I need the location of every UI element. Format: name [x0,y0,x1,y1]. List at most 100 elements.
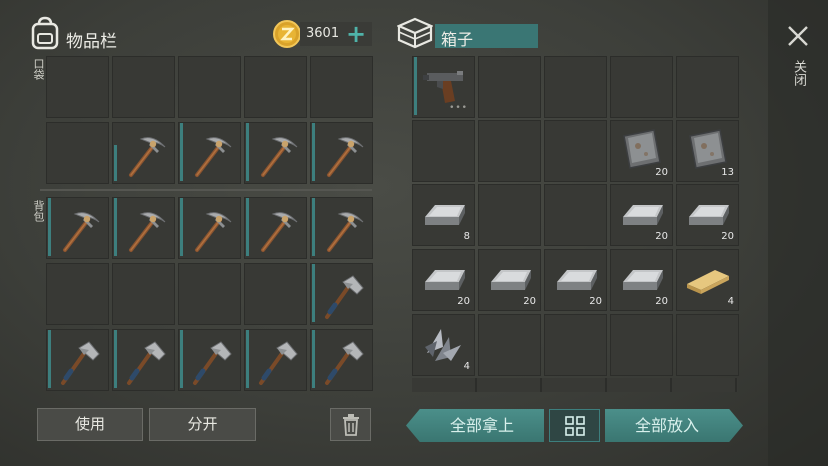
stack-count: 20 [655,167,668,178]
inventory-slot[interactable] [46,263,109,325]
durability-bar [48,330,51,388]
inventory-slot[interactable] [112,122,175,184]
coin-amount: 3601 [306,26,340,41]
box-slot[interactable] [478,314,541,376]
box-slot[interactable]: 20 [610,184,673,246]
box-slot[interactable] [544,184,607,246]
metal-ingot-icon [425,270,465,290]
box-slot[interactable] [478,120,541,182]
box-slot[interactable] [676,314,739,376]
box-slot[interactable] [610,56,673,118]
backpack-icon [30,16,60,50]
box-slot[interactable]: 4 [412,314,475,376]
hatchet-icon [259,341,298,385]
box-slot[interactable] [610,314,673,376]
pickaxe-icon [327,212,364,252]
close-icon [788,26,808,46]
stack-count: 13 [721,167,734,178]
pickaxe-icon [261,212,298,252]
box-slot[interactable]: 4 [676,249,739,311]
inventory-slot[interactable] [244,329,307,391]
inventory-slot[interactable] [244,197,307,259]
box-slot[interactable] [412,120,475,182]
durability-bar [180,123,183,181]
inventory-slot[interactable] [178,56,241,118]
inventory-slot[interactable] [46,197,109,259]
hatchet-icon [325,275,364,319]
box-icon [396,17,434,49]
box-slot[interactable]: 20 [610,120,673,182]
inventory-slot[interactable] [46,329,109,391]
use-button[interactable]: 使用 [37,408,143,441]
put-all-button[interactable]: 全部放入 [605,409,743,442]
box-slot[interactable] [676,56,739,118]
pickaxe-icon [63,212,100,252]
pistol-icon [423,71,463,103]
box-slot[interactable]: 20 [676,184,739,246]
durability-bar [180,198,183,256]
pocket-label: 口袋 [32,58,45,80]
inventory-slot[interactable] [112,263,175,325]
box-slot[interactable]: 8 [412,184,475,246]
durability-bar [312,264,315,322]
plus-icon: + [346,20,367,48]
box-title: 箱子 [441,30,474,49]
stack-count: 4 [727,296,734,307]
take-all-label: 全部拿上 [449,416,514,435]
section-divider [40,189,372,191]
box-slot[interactable] [544,120,607,182]
box-slot[interactable]: 20 [478,249,541,311]
inventory-slot[interactable] [46,56,109,118]
box-slot[interactable] [478,56,541,118]
ammo-dots: ••• [449,103,468,113]
add-coins-button[interactable]: + [346,20,366,48]
inventory-slot[interactable] [310,263,373,325]
inventory-slot[interactable] [178,197,241,259]
hatchet-icon [193,341,232,385]
inventory-slot[interactable] [178,329,241,391]
durability-bar [312,123,315,181]
backpack-label: 背包 [32,200,45,222]
inventory-slot[interactable] [112,329,175,391]
box-slot[interactable] [478,184,541,246]
sort-button[interactable] [549,409,600,442]
box-slot[interactable]: 13 [676,120,739,182]
box-slot[interactable]: ••• [412,56,475,118]
durability-bar [246,198,249,256]
trash-button[interactable] [330,408,371,441]
box-slot[interactable] [544,56,607,118]
inventory-slot[interactable] [310,197,373,259]
pickaxe-icon [129,137,166,177]
inventory-slot[interactable] [178,122,241,184]
durability-bar [246,330,249,388]
close-button[interactable]: 关闭 [784,22,812,112]
take-all-button[interactable]: 全部拿上 [406,409,544,442]
metal-ingot-icon [491,270,531,290]
box-slot[interactable]: 20 [544,249,607,311]
inventory-slot[interactable] [244,263,307,325]
iron-plate-icon [689,129,727,169]
inventory-slot[interactable] [46,122,109,184]
iron-plate-icon [623,129,661,169]
box-slot[interactable] [544,314,607,376]
inventory-slot[interactable] [310,122,373,184]
inventory-slot[interactable] [244,122,307,184]
inventory-slot[interactable] [112,197,175,259]
inventory-slot[interactable] [244,56,307,118]
pickaxe-icon [129,212,166,252]
stack-count: 20 [589,296,602,307]
stack-count: 4 [463,361,470,372]
pickaxe-icon [195,137,232,177]
box-grid-next-row [412,378,738,392]
inventory-slot[interactable] [112,56,175,118]
inventory-slot[interactable] [310,56,373,118]
stack-count: 20 [655,296,668,307]
durability-bar [114,198,117,256]
metal-ingot-icon [557,270,597,290]
stack-count: 8 [463,231,470,242]
box-slot[interactable]: 20 [610,249,673,311]
box-slot[interactable]: 20 [412,249,475,311]
split-button[interactable]: 分开 [149,408,256,441]
inventory-slot[interactable] [310,329,373,391]
inventory-slot[interactable] [178,263,241,325]
